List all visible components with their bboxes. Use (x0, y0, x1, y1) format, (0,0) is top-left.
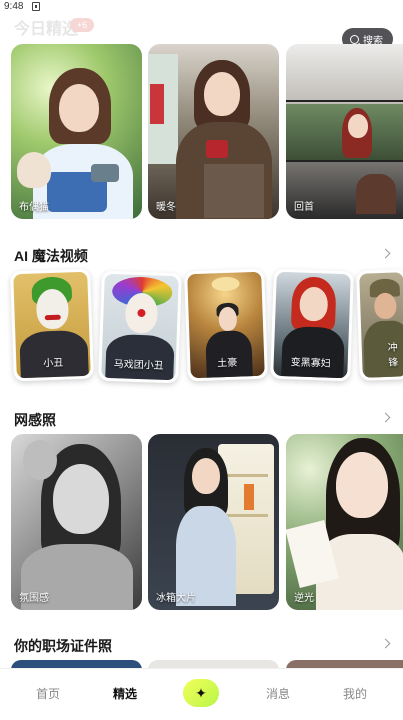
chevron-right-icon[interactable] (380, 248, 391, 259)
pick-label: 回首 (294, 202, 314, 213)
magic-label: 土豪 (217, 357, 238, 370)
chevron-right-icon[interactable] (380, 638, 391, 649)
photo-label: 冰箱大片 (156, 593, 196, 604)
photo-card-backlight[interactable]: 逆光 (286, 434, 403, 610)
section-title-id-photos: 你的职场证件照 (14, 638, 112, 654)
pick-card-ragdoll-cat[interactable]: 布偶猫 (11, 44, 142, 219)
sparkle-icon: ✦ (195, 684, 207, 701)
pick-label: 暖冬 (156, 202, 176, 213)
magic-label: 冲锋 (387, 342, 399, 369)
magic-card-tycoon[interactable]: 土豪 (184, 268, 268, 382)
nav-mine[interactable]: 我的 (325, 685, 385, 702)
magic-card-circus-clown[interactable]: 马戏团小丑 (98, 270, 182, 384)
section-title-magic-video: AI 魔法视频 (14, 248, 88, 264)
section-title-today-picks: 今日精选 (14, 21, 79, 38)
nav-home[interactable]: 首页 (18, 685, 78, 702)
pick-label: 布偶猫 (19, 202, 49, 213)
section-title-net-photos: 网感照 (14, 412, 56, 428)
create-button[interactable]: ✦ (183, 679, 219, 707)
magic-label: 小丑 (43, 357, 64, 370)
chevron-right-icon[interactable] (380, 412, 391, 423)
photo-label: 氛围感 (19, 593, 49, 604)
magic-card-joker[interactable]: 小丑 (10, 268, 94, 382)
pick-card-warm-winter[interactable]: 暖冬 (148, 44, 279, 219)
status-bar: 9:48 (0, 0, 403, 14)
status-time: 9:48 (4, 1, 24, 12)
search-icon (350, 34, 359, 44)
count-badge: +6 (70, 18, 94, 32)
photo-card-fridge[interactable]: 冰箱大片 (148, 434, 279, 610)
pick-card-look-back[interactable]: 回首 (286, 44, 403, 219)
nav-messages[interactable]: 消息 (248, 685, 308, 702)
photo-card-atmosphere[interactable]: 氛围感 (11, 434, 142, 610)
magic-card-charge[interactable]: 冲锋 (356, 269, 403, 381)
bottom-navigation: 首页 精选 ✦ 消息 我的 (0, 668, 403, 720)
magic-label: 马戏团小丑 (113, 359, 164, 372)
photo-label: 逆光 (294, 593, 314, 604)
notification-icon (32, 2, 40, 11)
magic-card-black-widow[interactable]: 变黑寡妇 (270, 268, 354, 382)
nav-featured[interactable]: 精选 (95, 685, 155, 702)
magic-label: 变黑寡妇 (290, 357, 331, 370)
